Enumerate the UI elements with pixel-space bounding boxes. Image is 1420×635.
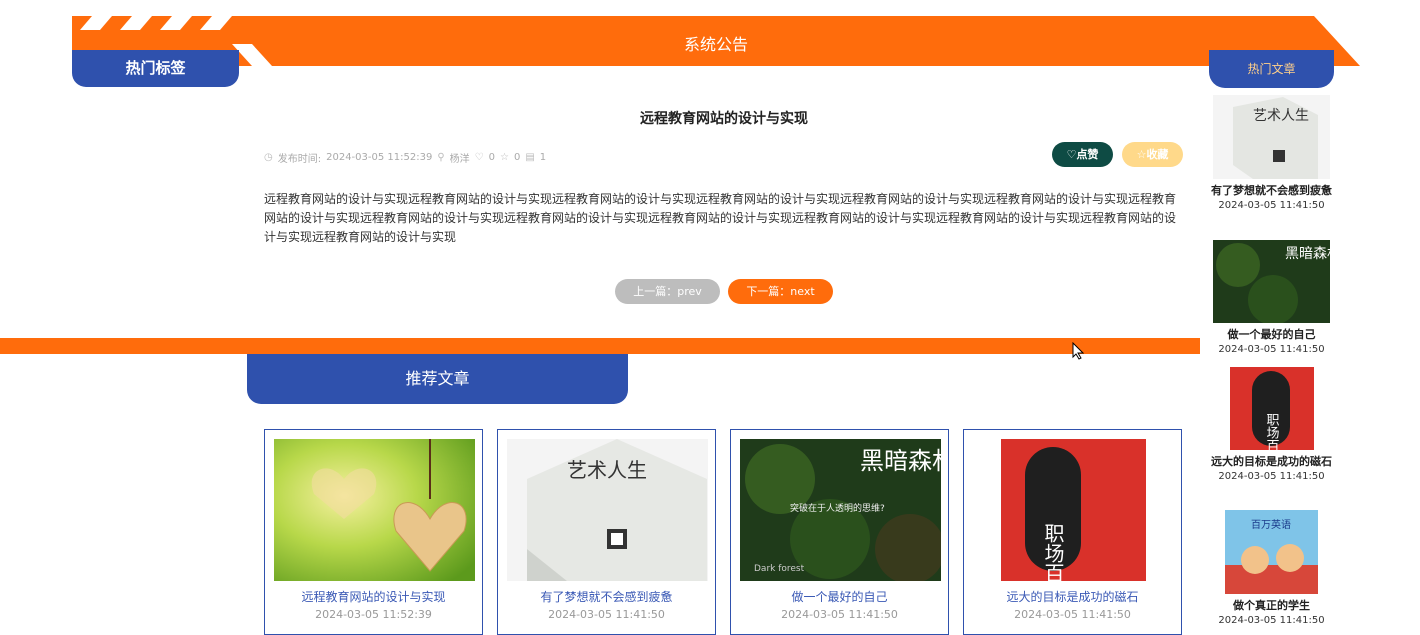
side-forest-cover-title: 黑暗森林 [1285, 246, 1330, 262]
hot-article-title[interactable]: 做一个最好的自己 [1209, 327, 1334, 343]
hot-article-date: 2024-03-05 11:41:50 [1218, 344, 1325, 355]
hot-article-item[interactable]: 百万英语 做个真正的学生 2024-03-05 11:41:50 [1209, 510, 1334, 627]
recommend-card[interactable]: 黑暗森林 突破在于人透明的思维? Dark forest 做一个最好的自己 20… [730, 429, 949, 635]
favorite-count: 0 [513, 152, 521, 163]
hot-article-image: 百万英语 [1225, 510, 1318, 594]
hot-article-item[interactable]: 黑暗森林 做一个最好的自己 2024-03-05 11:41:50 [1209, 240, 1334, 356]
forest-cover-corner: Dark forest [754, 564, 805, 574]
card-date: 2024-03-05 11:41:50 [781, 608, 898, 621]
article-title: 远程教育网站的设计与实现 [640, 111, 808, 127]
user-icon: ⚲ [437, 152, 445, 163]
publish-time: 2024-03-05 11:52:39 [326, 152, 433, 163]
side-art-cover-text: 艺术人生 [1253, 108, 1309, 124]
card-image-dark-forest: 黑暗森林 突破在于人透明的思维? Dark forest [740, 439, 941, 581]
card-title[interactable]: 有了梦想就不会感到疲惫 [498, 588, 715, 605]
favorite-button-label: 收藏 [1146, 148, 1169, 161]
section-divider [0, 338, 1200, 354]
hot-article-image: 职场百度 [1229, 367, 1314, 450]
banner-title: 系统公告 [683, 35, 748, 54]
thumbs-up-icon: ♡ [474, 152, 484, 163]
card-title[interactable]: 做一个最好的自己 [731, 588, 948, 605]
side-career-cover-text: 职场百度 [1263, 413, 1279, 450]
author-name: 杨洋 [449, 154, 470, 165]
publish-label: 发布时间: [277, 154, 322, 165]
recommend-card[interactable]: 艺术人生 有了梦想就不会感到疲惫 2024-03-05 11:41:50 [497, 429, 716, 635]
comment-icon: ▤ [525, 152, 535, 163]
comment-count: 1 [539, 152, 547, 163]
recommend-card[interactable]: 职场百度 远大的目标是成功的磁石 2024-03-05 11:41:50 [963, 429, 1182, 635]
card-title[interactable]: 远大的目标是成功的磁石 [964, 588, 1181, 605]
hot-article-date: 2024-03-05 11:41:50 [1218, 200, 1325, 211]
like-button-label: 点赞 [1076, 148, 1099, 161]
card-image-art-book: 艺术人生 [507, 439, 708, 581]
heart-icon: ♡ [1066, 148, 1077, 161]
card-image-heart [274, 439, 475, 581]
hot-article-date: 2024-03-05 11:41:50 [1218, 471, 1325, 482]
forest-cover-subtitle: 突破在于人透明的思维? [790, 502, 885, 514]
card-date: 2024-03-05 11:41:50 [548, 608, 665, 621]
card-date: 2024-03-05 11:52:39 [315, 608, 432, 621]
prev-article-button[interactable]: 上一篇：prev [615, 279, 720, 304]
favorite-button[interactable]: ☆收藏 [1122, 142, 1183, 167]
hot-article-image: 黑暗森林 [1213, 240, 1330, 323]
art-cover-text: 艺术人生 [567, 458, 647, 482]
student-cover-text: 百万英语 [1251, 518, 1291, 531]
hot-article-title[interactable]: 做个真正的学生 [1209, 598, 1334, 614]
hot-article-item[interactable]: 职场百度 远大的目标是成功的磁石 2024-03-05 11:41:50 [1209, 367, 1334, 483]
article-content: 远程教育网站的设计与实现远程教育网站的设计与实现远程教育网站的设计与实现远程教育… [264, 192, 1177, 244]
like-button[interactable]: ♡点赞 [1052, 142, 1113, 167]
recommend-card[interactable]: 远程教育网站的设计与实现 2024-03-05 11:52:39 [264, 429, 483, 635]
hot-article-title[interactable]: 远大的目标是成功的磁石 [1209, 454, 1334, 470]
hot-tags-tab[interactable]: 热门标签 [72, 50, 239, 87]
card-image-career: 职场百度 [973, 439, 1174, 581]
hot-article-item[interactable]: 艺术人生 有了梦想就不会感到疲惫 2024-03-05 11:41:50 [1209, 95, 1334, 212]
card-title[interactable]: 远程教育网站的设计与实现 [265, 588, 482, 605]
forest-cover-title: 黑暗森林 [860, 447, 941, 475]
recommend-tab[interactable]: 推荐文章 [247, 354, 628, 404]
mouse-cursor-icon [1072, 341, 1085, 364]
like-count: 0 [488, 152, 495, 163]
star-icon: ☆ [500, 152, 509, 163]
notice-banner: 系统公告 [72, 16, 1360, 68]
star-icon: ☆ [1136, 148, 1147, 161]
career-cover-text: 职场百度 [1041, 523, 1065, 581]
card-date: 2024-03-05 11:41:50 [1014, 608, 1131, 621]
clock-icon: ◷ [264, 152, 273, 163]
hot-article-title[interactable]: 有了梦想就不会感到疲惫 [1209, 183, 1334, 199]
hot-article-image: 艺术人生 [1213, 95, 1330, 179]
article-meta: ◷ 发布时间: 2024-03-05 11:52:39 ⚲ 杨洋 ♡ 0 ☆ 0… [264, 150, 546, 165]
next-article-button[interactable]: 下一篇：next [728, 279, 833, 304]
hot-articles-tab[interactable]: 热门文章 [1209, 50, 1334, 88]
hot-article-date: 2024-03-05 11:41:50 [1218, 615, 1325, 626]
